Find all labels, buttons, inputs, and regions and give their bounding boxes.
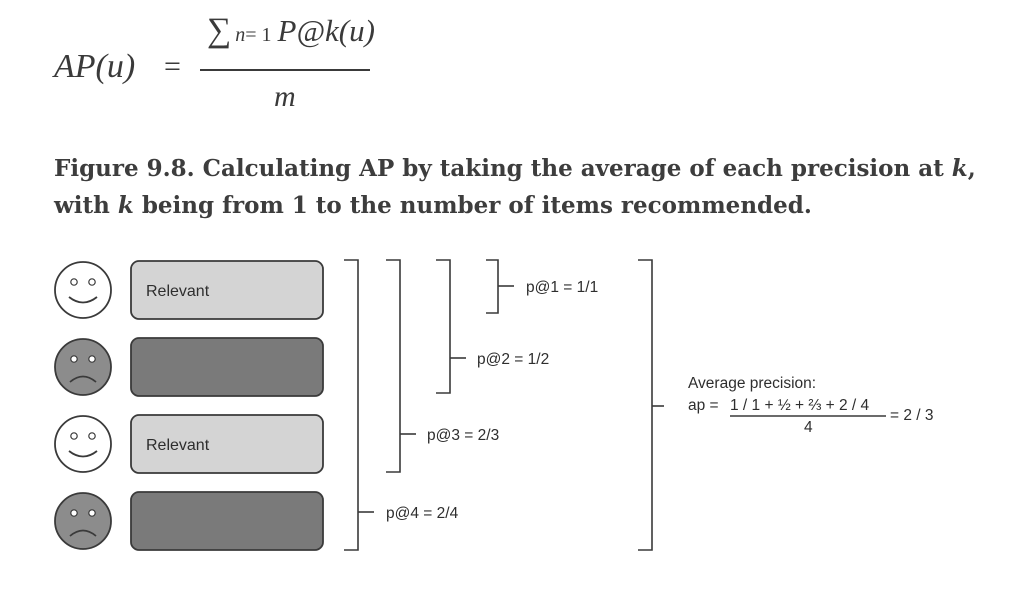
formula-numerator: ∑ n= 1 P@k(u) <box>207 12 375 50</box>
average-precision-title: Average precision: <box>688 375 816 392</box>
item-label: Relevant <box>146 437 210 454</box>
ap-result: = 2 / 3 <box>890 407 934 424</box>
face-eye <box>70 355 78 363</box>
caption-text-1: Figure 9.8. Calculating AP by taking the… <box>54 155 952 182</box>
face-eye <box>88 509 96 517</box>
ap-prefix: ap = <box>688 397 719 414</box>
frowny-face-icon <box>54 492 112 550</box>
smiley-face-icon <box>54 261 112 319</box>
precision-label: p@3 = 2/3 <box>427 427 499 444</box>
precision-diagram: Relevant Relevant p@1 = 1/1 p@2 = 1/2 p@3 =… <box>54 259 934 551</box>
ap-denominator: 4 <box>804 419 813 436</box>
face-eye <box>70 278 78 286</box>
item-row: Relevant <box>54 260 324 320</box>
numerator-term: P@k(u) <box>277 13 375 48</box>
face-eye <box>70 432 78 440</box>
bracket <box>486 259 499 314</box>
ap-numerator: 1 / 1 + ½ + ⅔ + 2 / 4 <box>730 397 870 414</box>
item-row <box>54 491 324 551</box>
sum-limits: n= 1 <box>235 24 271 46</box>
smiley-face-icon <box>54 415 112 473</box>
face-eye <box>70 509 78 517</box>
average-precision-block: Average precision: ap = 1 / 1 + ½ + ⅔ + 2 … <box>688 375 934 436</box>
item-rows: Relevant Relevant <box>54 260 324 551</box>
face-circle <box>54 492 112 550</box>
bracket <box>344 259 359 551</box>
item-row <box>54 337 324 397</box>
face-circle <box>54 415 112 473</box>
item-box <box>130 337 324 397</box>
figure-caption: Figure 9.8. Calculating AP by taking the… <box>54 150 1014 224</box>
formula-lhs: AP(u) <box>54 48 136 85</box>
face-circle <box>54 338 112 396</box>
bracket <box>386 259 401 473</box>
face-eye <box>88 432 96 440</box>
sum-lower-limit: = 1 <box>245 24 272 46</box>
bracket <box>436 259 451 394</box>
sum-upper-limit: n <box>235 24 246 46</box>
frowny-face-icon <box>54 338 112 396</box>
bracket <box>638 259 653 551</box>
formula-denominator: m <box>274 80 296 113</box>
item-box <box>130 491 324 551</box>
caption-k-1: k <box>951 155 968 182</box>
precision-label: p@1 = 1/1 <box>526 279 598 296</box>
fraction-bar <box>200 69 370 71</box>
formula-equals: = <box>164 50 181 83</box>
precision-label: p@4 = 2/4 <box>386 505 459 522</box>
ap-formula: AP(u) = ∑ n= 1 P@k(u) m <box>0 0 460 120</box>
face-eye <box>88 278 96 286</box>
sigma-symbol: ∑ <box>207 12 232 49</box>
caption-k-2: k <box>117 192 134 219</box>
item-label: Relevant <box>146 283 210 300</box>
item-row: Relevant <box>54 414 324 474</box>
face-circle <box>54 261 112 319</box>
face-eye <box>88 355 96 363</box>
precision-figure: Relevant Relevant p@1 = 1/1 p@2 = 1/2 p@3 =… <box>0 240 1030 588</box>
precision-labels: p@1 = 1/1 p@2 = 1/2 p@3 = 2/3 p@4 = 2/4 <box>386 279 598 522</box>
caption-text-3: being from 1 to the number of items reco… <box>133 192 812 219</box>
precision-label: p@2 = 1/2 <box>477 351 549 368</box>
